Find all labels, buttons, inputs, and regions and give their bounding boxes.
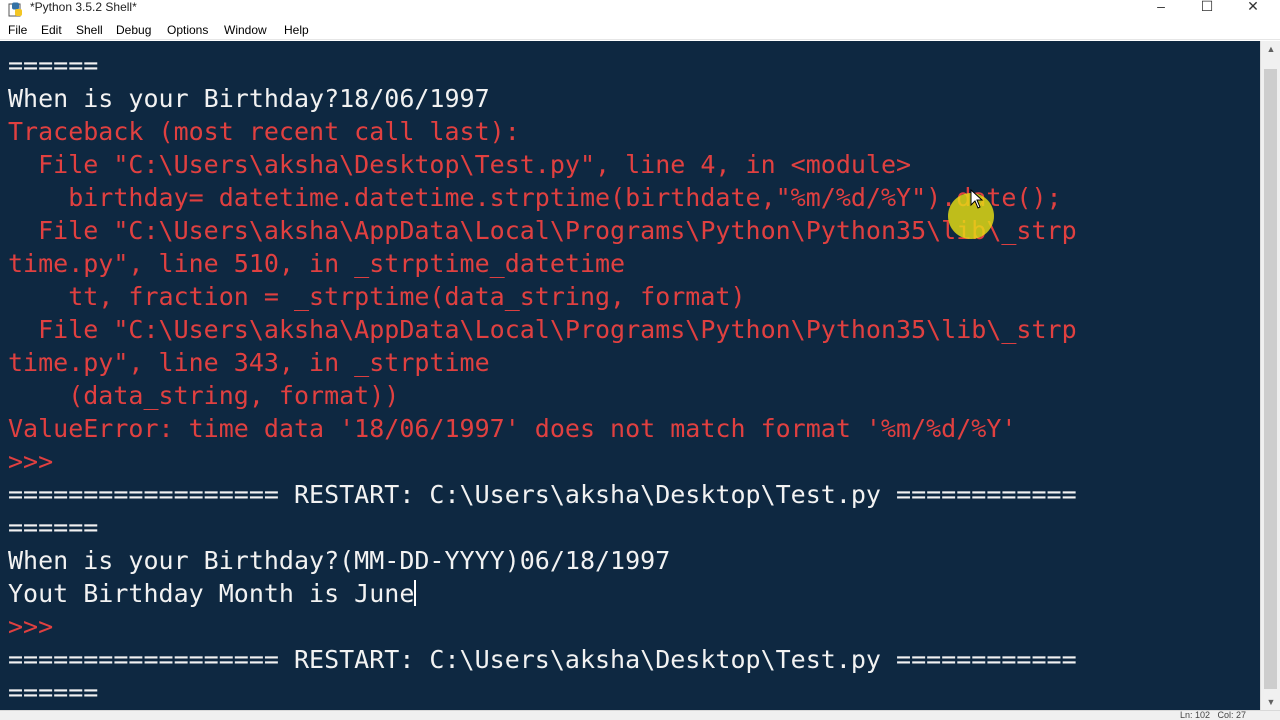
shell-line: ====== [8, 678, 99, 707]
error-line: tt, fraction = _strptime(data_string, fo… [8, 282, 746, 311]
shell-line: When is your Birthday?(MM-DD-YYYY)06/18/… [8, 546, 671, 575]
shell-line: ====== [8, 51, 99, 80]
error-line: time.py", line 510, in _strptime_datetim… [8, 249, 626, 278]
status-bar: Ln: 102 Col: 27 [0, 710, 1280, 720]
cursor-position: Ln: 102 Col: 27 [1180, 710, 1247, 720]
shell-prompt: >>> [8, 447, 69, 476]
menu-debug[interactable]: Debug [116, 22, 151, 38]
error-line: File "C:\Users\aksha\AppData\Local\Progr… [8, 216, 1077, 245]
shell-text-area[interactable]: ====== When is your Birthday?18/06/1997 … [0, 41, 1260, 710]
menu-options[interactable]: Options [167, 22, 208, 38]
menu-file[interactable]: File [8, 22, 27, 38]
scrollbar-thumb[interactable] [1264, 69, 1277, 689]
mouse-pointer-icon [970, 189, 984, 209]
error-line: ValueError: time data '18/06/1997' does … [8, 414, 1017, 443]
menu-window[interactable]: Window [224, 22, 267, 38]
close-button[interactable]: ✕ [1230, 0, 1276, 14]
python-idle-icon [8, 2, 22, 17]
shell-line: When is your Birthday?18/06/1997 [8, 84, 490, 113]
window-title: *Python 3.5.2 Shell* [30, 0, 137, 14]
error-line: time.py", line 343, in _strptime [8, 348, 490, 377]
restart-line: ================== RESTART: C:\Users\aks… [8, 645, 1077, 674]
error-line: File "C:\Users\aksha\Desktop\Test.py", l… [8, 150, 912, 179]
text-cursor [414, 580, 417, 606]
menu-edit[interactable]: Edit [41, 22, 62, 38]
restart-line: ================== RESTART: C:\Users\aks… [8, 480, 1077, 509]
menu-shell[interactable]: Shell [76, 22, 103, 38]
output-text: Yout Birthday Month is June [8, 579, 415, 608]
minimize-button[interactable]: – [1138, 0, 1184, 14]
title-bar: *Python 3.5.2 Shell* – ☐ ✕ [0, 0, 1280, 20]
maximize-button[interactable]: ☐ [1184, 0, 1230, 14]
error-line: birthday= datetime.datetime.strptime(bir… [8, 183, 1062, 212]
error-line: (data_string, format)) [8, 381, 400, 410]
error-line: File "C:\Users\aksha\AppData\Local\Progr… [8, 315, 1077, 344]
shell-line: ====== [8, 513, 99, 542]
menu-help[interactable]: Help [284, 22, 309, 38]
menu-bar: File Edit Shell Debug Options Window Hel… [0, 20, 1280, 40]
error-line: Traceback (most recent call last): [8, 117, 520, 146]
vertical-scrollbar[interactable]: ▲ ▼ [1260, 41, 1280, 710]
scroll-up-arrow-icon[interactable]: ▲ [1261, 41, 1280, 57]
output-line: Yout Birthday Month is June [8, 577, 417, 610]
shell-prompt: >>> [8, 612, 69, 641]
scroll-down-arrow-icon[interactable]: ▼ [1261, 694, 1280, 710]
